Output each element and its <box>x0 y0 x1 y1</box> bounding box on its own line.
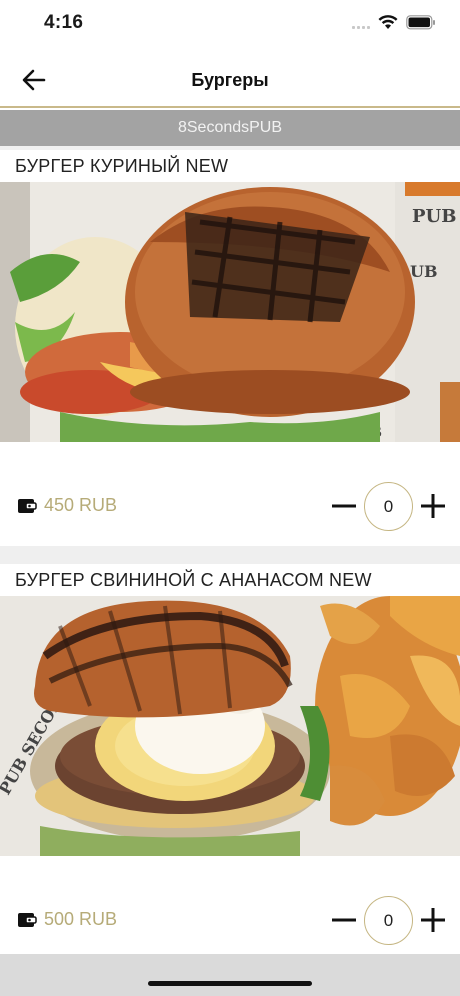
plus-icon <box>421 494 445 518</box>
minus-icon <box>332 918 356 922</box>
price-row: 500 RUB 0 <box>0 896 460 946</box>
nav-header: Бургеры <box>0 50 460 108</box>
increase-quantity-button[interactable] <box>419 492 447 520</box>
signal-icon <box>352 17 370 29</box>
quantity-value: 0 <box>364 482 413 531</box>
product-title: БУРГЕР СВИНИНОЙ С АНАНАСОМ NEW <box>15 570 372 590</box>
product-title: БУРГЕР КУРИНЫЙ NEW <box>15 156 229 176</box>
quantity-value: 0 <box>364 896 413 945</box>
svg-text:UB: UB <box>410 262 437 281</box>
price-row: 450 RUB 0 <box>0 482 460 532</box>
product-card[interactable]: БУРГЕР КУРИНЫЙ NEW PUB UB SECONDS PUB <box>0 150 460 546</box>
decrease-quantity-button[interactable] <box>330 492 358 520</box>
battery-icon <box>406 15 436 30</box>
decrease-quantity-button[interactable] <box>330 906 358 934</box>
wifi-icon <box>378 15 398 30</box>
chicken-burger-photo: PUB UB SECONDS PUB <box>0 182 460 442</box>
product-price: 500 RUB <box>44 909 118 929</box>
plus-icon <box>421 908 445 932</box>
store-name-banner: 8SecondsPUB <box>0 110 460 146</box>
home-indicator[interactable] <box>148 981 312 986</box>
wallet-icon <box>17 911 37 929</box>
card-separator <box>0 546 460 564</box>
status-icons <box>352 15 436 30</box>
status-bar: 4:16 <box>0 0 460 50</box>
page-title: Бургеры <box>191 70 269 90</box>
wallet-icon <box>17 497 37 515</box>
product-card[interactable]: БУРГЕР СВИНИНОЙ С АНАНАСОМ NEW PUB SECON… <box>0 564 460 954</box>
pork-pineapple-burger-photo: PUB SECONDS PUB <box>0 596 460 856</box>
status-time: 4:16 <box>44 12 84 33</box>
minus-icon <box>332 504 356 508</box>
bottom-bar <box>0 954 460 996</box>
svg-text:PUB: PUB <box>412 206 456 227</box>
product-price: 450 RUB <box>44 495 118 515</box>
increase-quantity-button[interactable] <box>419 906 447 934</box>
